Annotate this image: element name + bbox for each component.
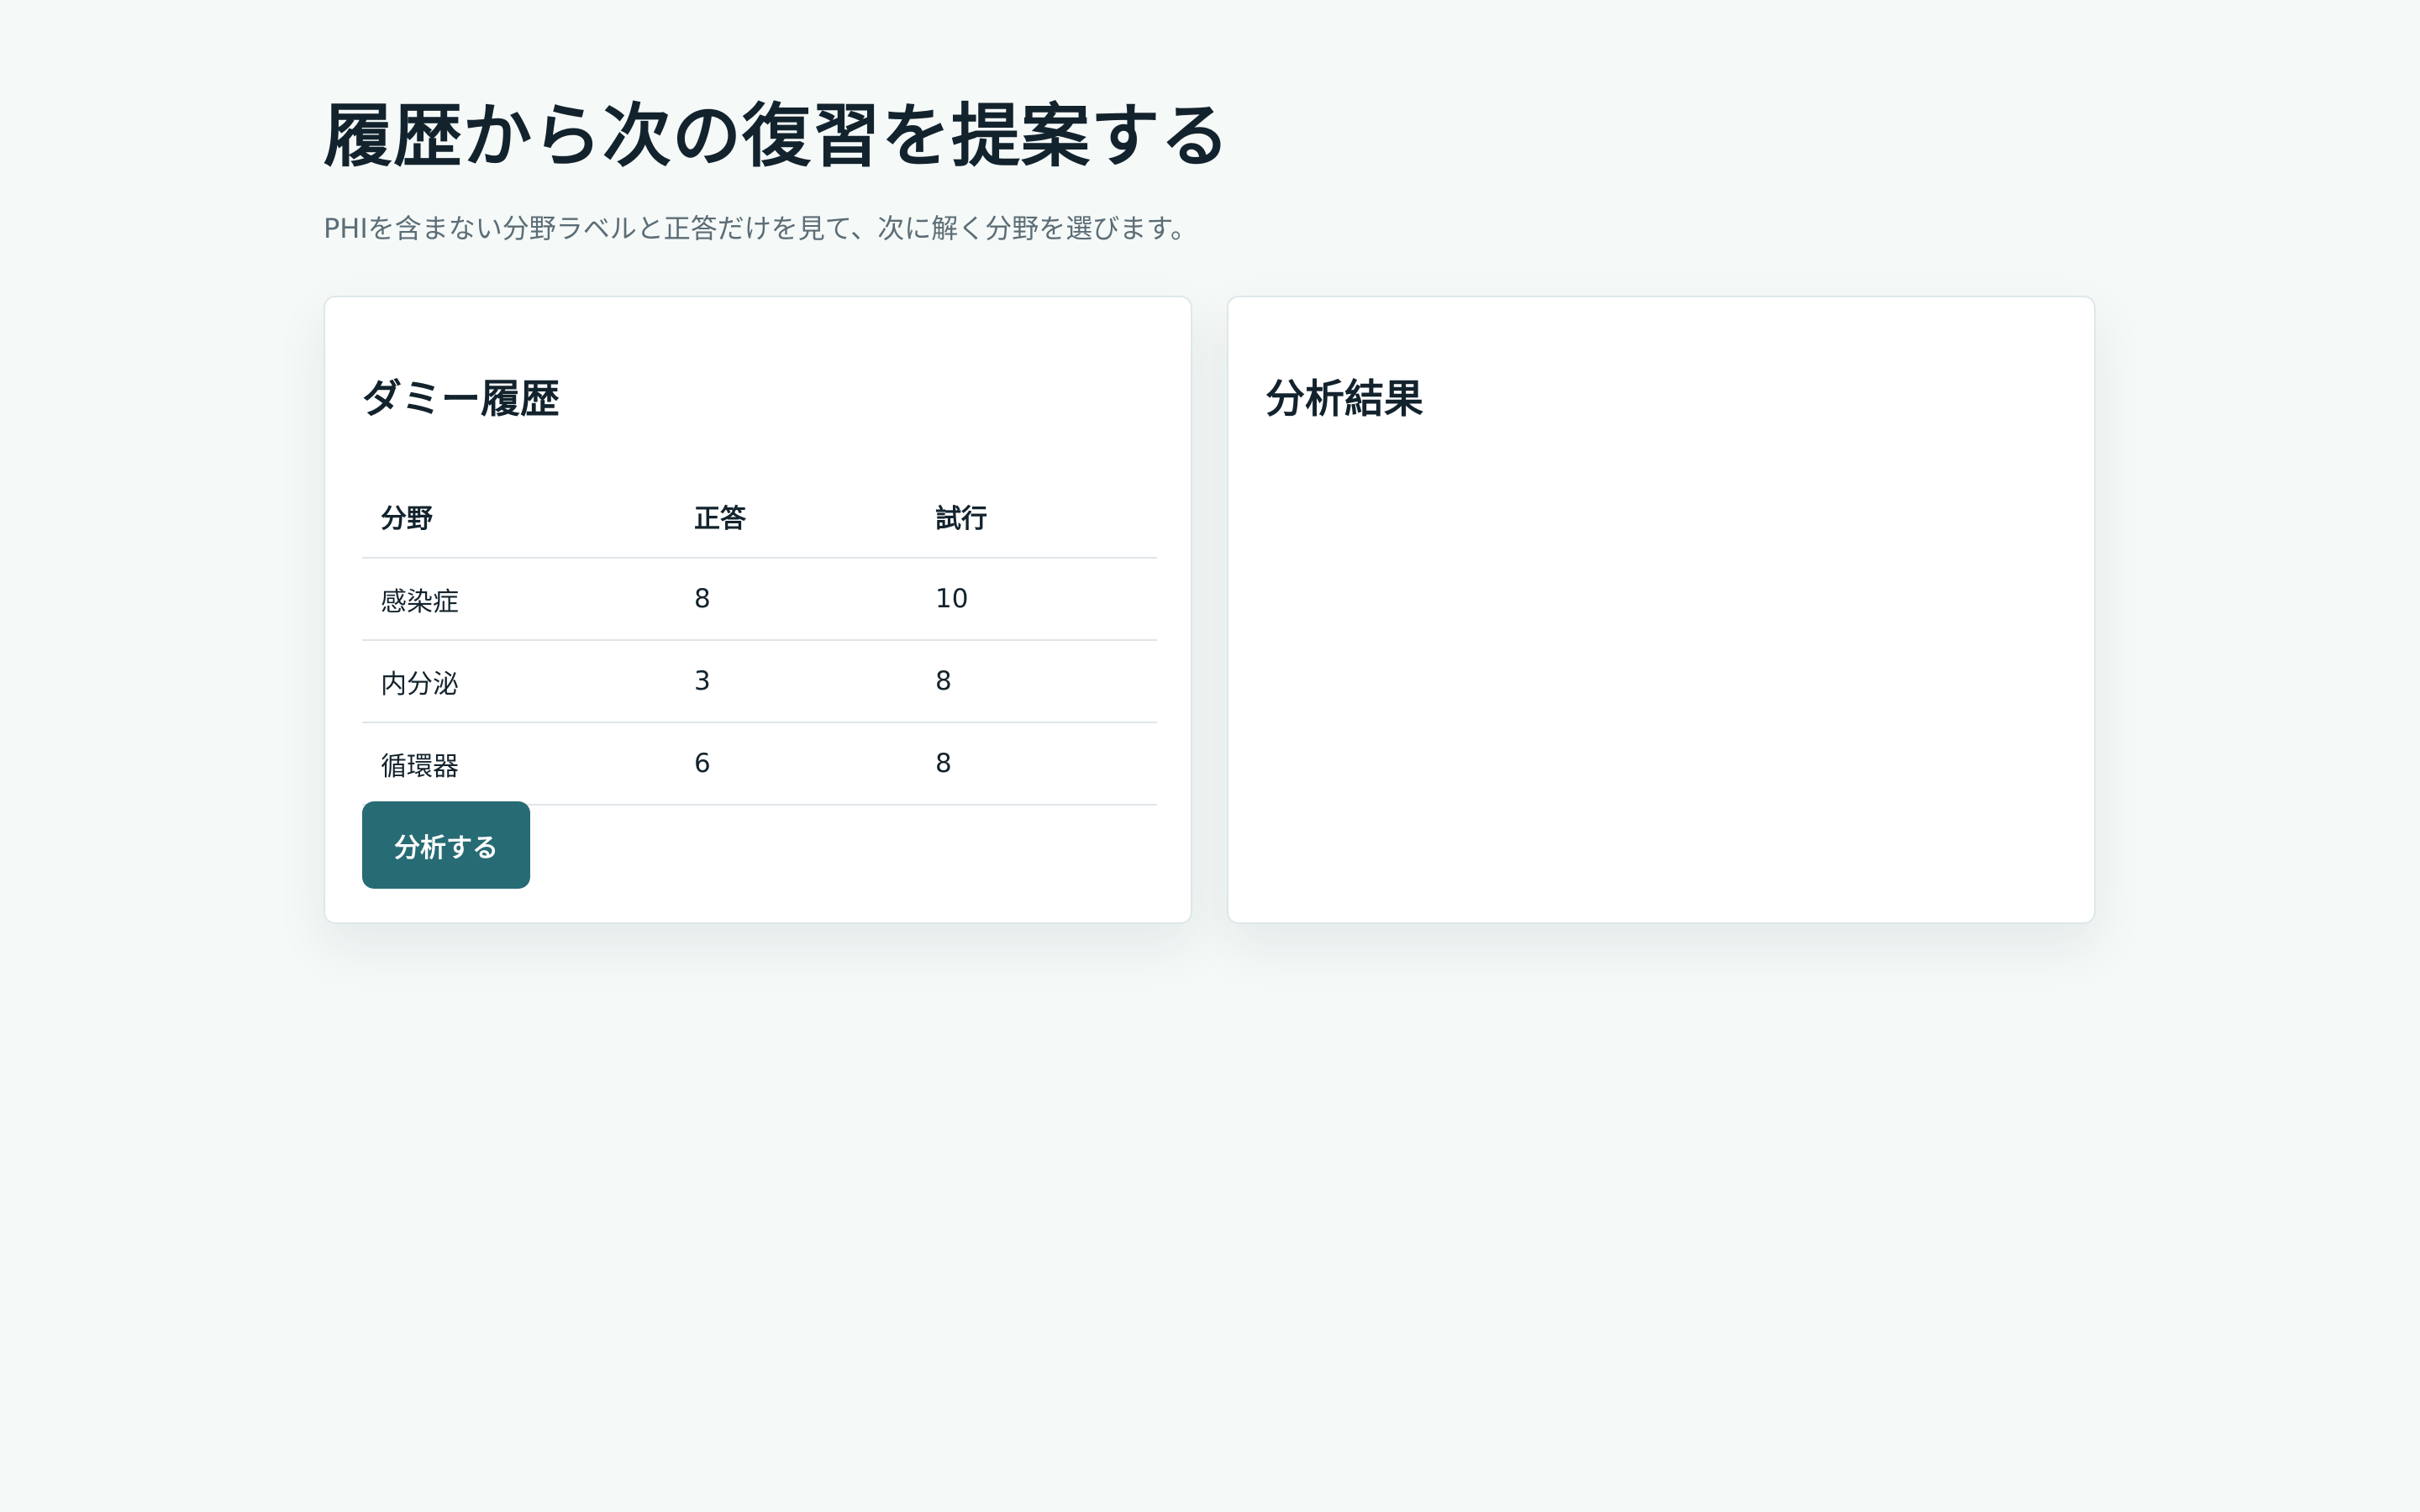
- cell-field: 循環器: [362, 722, 676, 806]
- table-row: 感染症 8 10: [362, 558, 1157, 641]
- cell-correct: 3: [676, 640, 917, 723]
- history-card-title: ダミー履歴: [362, 376, 560, 423]
- cell-correct: 8: [676, 558, 917, 641]
- page-title: 履歴から次の復習を提案する: [324, 97, 1231, 176]
- history-table: 分野 正答 試行 感染症 8 10 内分泌 3 8 循環器 6 8: [362, 475, 1157, 806]
- page: 履歴から次の復習を提案する PHIを含まない分野ラベルと正答だけを見て、次に解く…: [324, 0, 2096, 924]
- cell-attempts: 8: [917, 640, 1157, 723]
- table-header-row: 分野 正答 試行: [362, 475, 1157, 559]
- column-header-correct: 正答: [676, 475, 917, 559]
- column-header-attempts: 試行: [917, 475, 1157, 559]
- cell-field: 感染症: [362, 558, 676, 641]
- table-row: 循環器 6 8: [362, 722, 1157, 806]
- result-card-title: 分析結果: [1265, 376, 1423, 423]
- cell-correct: 6: [676, 722, 917, 806]
- cards-container: ダミー履歴 分野 正答 試行 感染症 8 10 内分泌 3 8 循環器 6 8 …: [324, 296, 2096, 926]
- cell-attempts: 8: [917, 722, 1157, 806]
- page-subtitle: PHIを含まない分野ラベルと正答だけを見て、次に解く分野を選びます。: [324, 213, 1197, 244]
- result-card: 分析結果: [1227, 296, 2096, 924]
- analyze-button[interactable]: 分析する: [362, 801, 530, 889]
- table-row: 内分泌 3 8: [362, 640, 1157, 723]
- cell-attempts: 10: [917, 558, 1157, 641]
- column-header-field: 分野: [362, 475, 676, 559]
- cell-field: 内分泌: [362, 640, 676, 723]
- history-card: ダミー履歴 分野 正答 試行 感染症 8 10 内分泌 3 8 循環器 6 8 …: [324, 296, 1192, 924]
